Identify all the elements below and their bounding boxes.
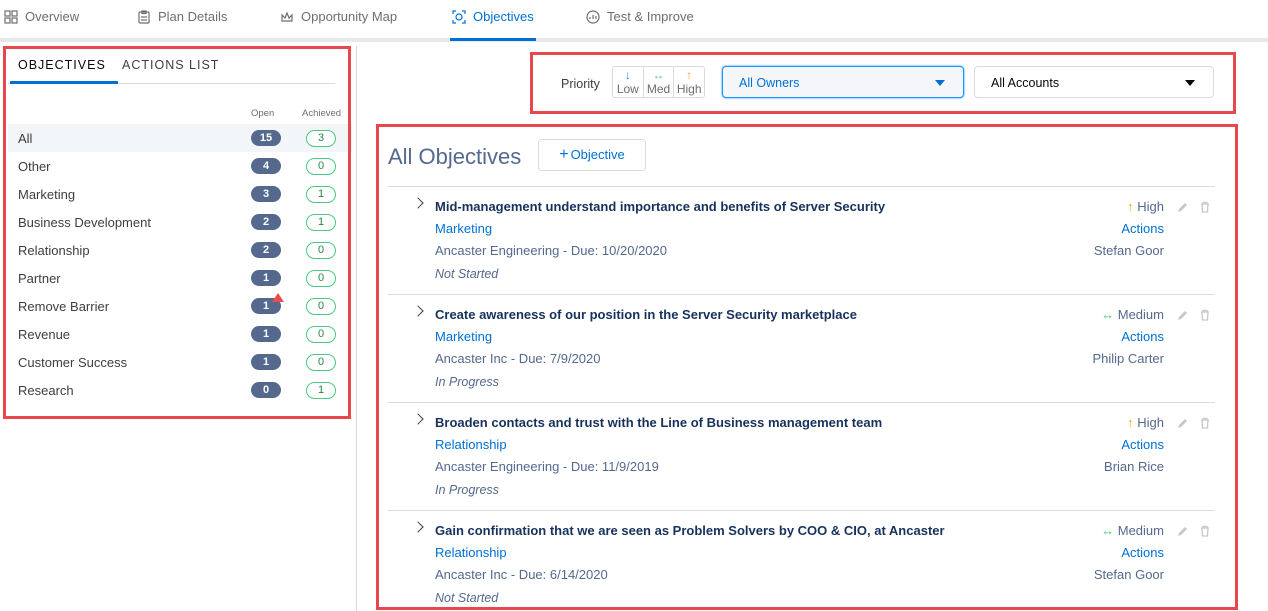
objective-name: Gain confirmation that we are seen as Pr…	[435, 523, 945, 538]
priority-option-label: High	[676, 82, 702, 96]
trash-icon[interactable]	[1199, 201, 1211, 213]
objective-status: Not Started	[435, 267, 499, 281]
caret-down-icon	[935, 80, 945, 86]
arrow-horizontal-icon: ↔	[1101, 523, 1115, 538]
actions-link[interactable]: Actions	[1121, 545, 1164, 560]
actions-link[interactable]: Actions	[1121, 329, 1164, 344]
objective-priority: ↔ Medium	[1101, 307, 1164, 322]
tab-label: Test & Improve	[607, 9, 694, 24]
add-objective-button[interactable]: + Objective	[538, 139, 646, 171]
tab-overview[interactable]: Overview	[4, 9, 79, 39]
add-objective-label: Objective	[570, 147, 625, 162]
chevron-right-icon[interactable]	[412, 521, 424, 533]
arrow-horizontal-icon: ↔	[1101, 307, 1115, 322]
actions-link[interactable]: Actions	[1121, 221, 1164, 236]
chevron-right-icon[interactable]	[412, 413, 424, 425]
tab-test-improve[interactable]: Test & Improve	[586, 9, 694, 39]
top-nav: Overview Plan Details Opportunity Map Ob…	[0, 0, 1268, 42]
objective-name: Create awareness of our position in the …	[435, 307, 857, 322]
objective-account-due: Ancaster Engineering - Due: 11/9/2019	[435, 459, 659, 474]
caret-down-icon	[1185, 80, 1195, 86]
priority-option-label: Low	[616, 82, 639, 96]
objective-owner: Stefan Goor	[1093, 567, 1164, 582]
objective-row: Gain confirmation that we are seen as Pr…	[388, 510, 1215, 606]
objective-row: Create awareness of our position in the …	[388, 294, 1215, 402]
objective-account-due: Ancaster Engineering - Due: 10/20/2020	[435, 243, 667, 258]
priority-text: High	[1137, 199, 1164, 214]
chevron-right-icon[interactable]	[412, 305, 424, 317]
priority-med-button[interactable]: ↔ Med	[644, 67, 675, 97]
trash-icon[interactable]	[1199, 525, 1211, 537]
owner-select[interactable]: All Owners	[722, 66, 964, 98]
tab-label: Objectives	[473, 9, 534, 24]
clipboard-icon	[138, 10, 150, 24]
trash-icon[interactable]	[1199, 417, 1211, 429]
objective-priority: ↑ High	[1127, 199, 1164, 214]
priority-label: Priority	[561, 77, 600, 91]
tab-plan-details[interactable]: Plan Details	[137, 9, 227, 39]
objective-owner: Philip Carter	[1092, 351, 1164, 366]
objective-name: Broaden contacts and trust with the Line…	[435, 415, 883, 430]
objective-category-link[interactable]: Marketing	[435, 329, 492, 344]
objective-name: Mid-management understand importance and…	[435, 199, 886, 214]
arrow-down-icon: ↓	[624, 68, 631, 82]
objective-status: In Progress	[435, 375, 499, 389]
objective-account-due: Ancaster Inc - Due: 7/9/2020	[435, 351, 601, 366]
chevron-right-icon[interactable]	[412, 197, 424, 209]
priority-text: Medium	[1117, 307, 1164, 322]
tab-opportunity-map[interactable]: Opportunity Map	[280, 9, 397, 39]
tab-label: Opportunity Map	[301, 9, 398, 24]
account-select[interactable]: All Accounts	[974, 66, 1214, 98]
priority-filter-group: ↓ Low ↔ Med ↑ High	[612, 66, 705, 98]
actions-link[interactable]: Actions	[1121, 437, 1164, 452]
objective-status: Not Started	[435, 591, 499, 605]
grid-icon	[4, 10, 18, 24]
objective-priority: ↔ Medium	[1101, 523, 1164, 538]
objective-account-due: Ancaster Inc - Due: 6/14/2020	[435, 567, 608, 582]
arrow-horizontal-icon: ↔	[652, 68, 665, 82]
arrow-up-icon: ↑	[1127, 415, 1134, 430]
objective-row: Broaden contacts and trust with the Line…	[388, 402, 1215, 510]
arrow-up-icon: ↑	[1127, 199, 1134, 214]
tab-label: Plan Details	[158, 9, 228, 24]
pencil-icon[interactable]	[1177, 309, 1189, 321]
tab-objectives[interactable]: Objectives	[450, 9, 536, 41]
priority-text: Medium	[1117, 523, 1164, 538]
owner-select-value: All Owners	[739, 76, 800, 90]
priority-text: High	[1137, 415, 1164, 430]
objective-category-link[interactable]: Relationship	[435, 437, 507, 452]
arrow-up-icon: ↑	[686, 68, 693, 82]
objective-category-link[interactable]: Marketing	[435, 221, 492, 236]
trash-icon[interactable]	[1199, 309, 1211, 321]
plus-icon: +	[559, 146, 569, 163]
objective-owner: Stefan Goor	[1093, 243, 1164, 258]
priority-low-button[interactable]: ↓ Low	[613, 67, 644, 97]
gauge-icon	[586, 10, 600, 24]
objective-priority: ↑ High	[1127, 415, 1164, 430]
objective-owner: Brian Rice	[1104, 459, 1164, 474]
objective-category-link[interactable]: Relationship	[435, 545, 507, 560]
pencil-icon[interactable]	[1177, 417, 1189, 429]
page-title: All Objectives	[388, 144, 522, 169]
tab-label: Overview	[25, 9, 80, 24]
priority-high-button[interactable]: ↑ High	[674, 67, 704, 97]
target-icon	[452, 10, 466, 24]
crown-icon	[281, 11, 293, 22]
objective-row: Mid-management understand importance and…	[388, 186, 1215, 294]
highlight-box-sidebar	[3, 46, 351, 419]
pencil-icon[interactable]	[1177, 525, 1189, 537]
objective-status: In Progress	[435, 483, 499, 497]
account-select-value: All Accounts	[991, 76, 1060, 90]
priority-option-label: Med	[646, 82, 671, 96]
pencil-icon[interactable]	[1177, 201, 1189, 213]
